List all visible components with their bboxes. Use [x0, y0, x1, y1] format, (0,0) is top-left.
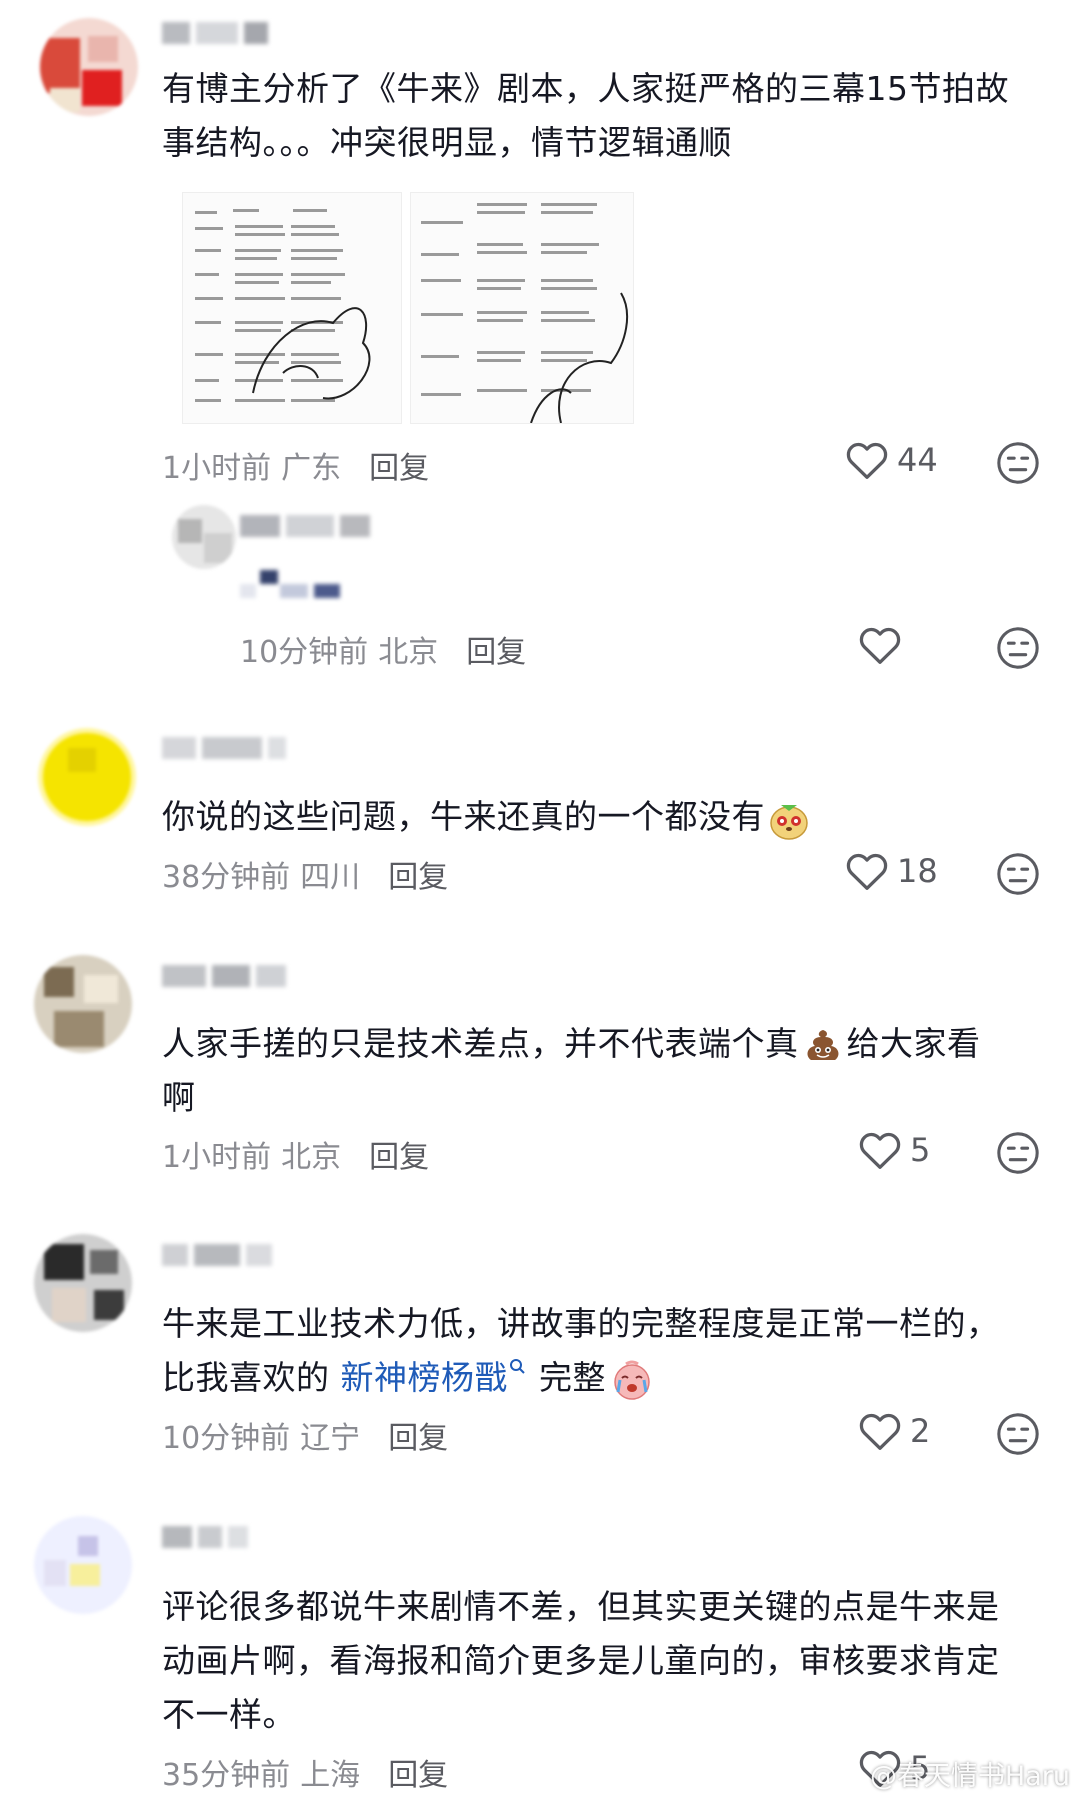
- dislike-button[interactable]: [995, 1130, 1041, 1180]
- like-button[interactable]: 18: [845, 851, 938, 891]
- dislike-button[interactable]: [995, 1411, 1041, 1461]
- avatar[interactable]: [34, 955, 132, 1053]
- timestamp: 35分钟前: [162, 1758, 291, 1793]
- comment-meta: 35分钟前 上海 回复: [162, 1750, 448, 1794]
- dog-emoji: [770, 804, 808, 840]
- reply-button[interactable]: 回复: [388, 1421, 448, 1456]
- weibo-logo: [834, 1767, 863, 1789]
- like-count: 18: [897, 852, 938, 890]
- comment-text: 评论很多都说牛来剧情不差，但其实更关键的点是牛来是 动画片啊，看海报和简介更多是…: [162, 1587, 1000, 1734]
- timestamp: 10分钟前: [240, 635, 369, 670]
- avatar[interactable]: [40, 18, 138, 116]
- avatar[interactable]: [38, 728, 136, 826]
- heart-icon: [846, 442, 888, 479]
- heart-icon: [846, 853, 888, 890]
- comment-meta: 1小时前 广东 回复: [162, 443, 429, 487]
- dislike-icon: [997, 853, 1039, 895]
- location: 四川: [300, 860, 361, 895]
- crying-face-emoji: [614, 1360, 650, 1400]
- timestamp: 1小时前: [162, 451, 272, 486]
- comment-meta: 1小时前 北京 回复: [162, 1132, 429, 1176]
- username[interactable]: [240, 515, 400, 549]
- comment-images[interactable]: [182, 192, 634, 424]
- blurred-reply-content: [240, 570, 360, 598]
- username[interactable]: [162, 22, 292, 56]
- search-icon: [510, 1359, 525, 1374]
- avatar[interactable]: [34, 1234, 132, 1332]
- like-button[interactable]: 5: [858, 1130, 930, 1170]
- comment-meta: 38分钟前 四川 回复: [162, 852, 448, 896]
- like-count: 5: [910, 1131, 931, 1169]
- like-button[interactable]: [858, 625, 910, 665]
- username[interactable]: [162, 1526, 272, 1560]
- location: 广东: [281, 451, 342, 486]
- comment-meta: 10分钟前 北京 回复: [240, 627, 526, 671]
- timestamp: 10分钟前: [162, 1421, 291, 1456]
- location: 北京: [378, 635, 439, 670]
- timestamp: 38分钟前: [162, 860, 291, 895]
- poop-emoji: [807, 1029, 838, 1060]
- reply-button[interactable]: 回复: [369, 451, 429, 486]
- dislike-icon: [997, 627, 1039, 669]
- reply-button[interactable]: 回复: [388, 1758, 448, 1793]
- heart-icon: [859, 1132, 901, 1169]
- like-count: 44: [897, 441, 938, 479]
- username[interactable]: [162, 737, 342, 771]
- dislike-button[interactable]: [995, 625, 1041, 675]
- username[interactable]: [162, 965, 342, 999]
- location: 辽宁: [300, 1421, 361, 1456]
- comment-text: 你说的这些问题，牛来还真的一个都没有: [162, 790, 1042, 844]
- watermark: @春天情书Haru: [834, 1754, 1070, 1793]
- comment-text: 人家手搓的只是技术差点，并不代表端个真 给大家看 啊: [162, 1024, 981, 1117]
- heart-icon: [859, 1413, 901, 1450]
- dislike-icon: [997, 442, 1039, 484]
- timestamp: 1小时前: [162, 1140, 272, 1175]
- dislike-button[interactable]: [995, 851, 1041, 901]
- comment-meta: 10分钟前 辽宁 回复: [162, 1413, 448, 1457]
- location: 上海: [300, 1758, 361, 1793]
- dislike-button[interactable]: [995, 440, 1041, 490]
- like-button[interactable]: 44: [845, 440, 938, 480]
- topic-link[interactable]: 新神榜杨戬: [341, 1358, 509, 1397]
- comment-text: 牛来是工业技术力低，讲故事的完整程度是正常一栏的， 比我喜欢的 新神榜杨戬 完整: [162, 1297, 1042, 1405]
- avatar[interactable]: [34, 1516, 132, 1614]
- dislike-icon: [997, 1132, 1039, 1174]
- script-image-1[interactable]: [182, 192, 402, 424]
- avatar[interactable]: [172, 505, 236, 569]
- dislike-icon: [997, 1413, 1039, 1455]
- reply-button[interactable]: 回复: [369, 1140, 429, 1175]
- reply-button[interactable]: 回复: [388, 860, 448, 895]
- script-image-2[interactable]: [410, 192, 634, 424]
- like-button[interactable]: 2: [858, 1411, 930, 1451]
- location: 北京: [281, 1140, 342, 1175]
- comment-text: 有博主分析了《牛来》剧本，人家挺严格的三幕15节拍故 事结构。。。冲突很明显，情…: [162, 69, 1009, 162]
- like-count: 2: [910, 1412, 931, 1450]
- reply-button[interactable]: 回复: [466, 635, 526, 670]
- username[interactable]: [162, 1244, 302, 1278]
- heart-icon: [859, 627, 901, 664]
